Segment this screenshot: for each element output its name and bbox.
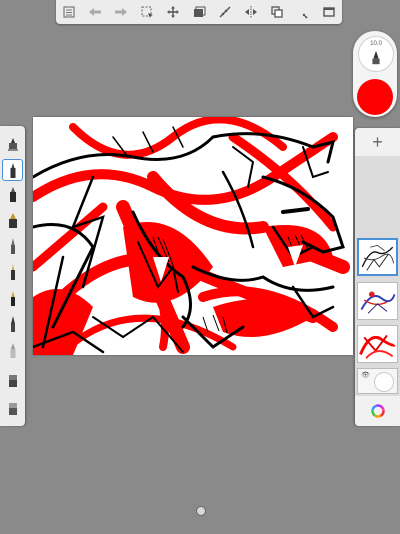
eraser-brush-icon[interactable] — [3, 398, 22, 418]
background-color-swatch[interactable] — [374, 372, 394, 392]
current-color-swatch[interactable] — [357, 79, 393, 115]
selection-icon[interactable] — [136, 2, 158, 22]
marker-brush-icon[interactable] — [3, 184, 22, 204]
transform-icon[interactable] — [162, 2, 184, 22]
layer-image-icon[interactable] — [188, 2, 210, 22]
brush-size-value: 10.0 — [370, 41, 382, 47]
brush-icon[interactable] — [292, 2, 314, 22]
fullscreen-icon[interactable] — [318, 2, 340, 22]
airbrush-brush-icon[interactable] — [3, 340, 22, 360]
brush-size-preview[interactable]: 10.0 — [358, 36, 394, 72]
drawing-canvas[interactable] — [33, 117, 353, 355]
color-wheel-icon[interactable] — [355, 396, 400, 426]
undo-icon[interactable] — [84, 2, 106, 22]
pen-brush-icon[interactable] — [3, 236, 22, 256]
color-puck[interactable]: 10.0 — [353, 31, 397, 117]
add-layer-label: + — [372, 131, 383, 152]
visibility-eye-icon[interactable]: 👁 — [361, 371, 370, 379]
layer-thumb-color-sketch[interactable] — [357, 282, 398, 320]
layer-thumb-lineart[interactable] — [357, 238, 398, 276]
gallery-icon[interactable] — [58, 2, 80, 22]
symmetry-icon[interactable] — [240, 2, 262, 22]
copy-icon[interactable] — [266, 2, 288, 22]
fat-marker-brush-icon[interactable] — [3, 210, 22, 230]
smudge-brush-icon[interactable] — [3, 370, 22, 390]
bottom-drawer-handle[interactable] — [196, 506, 206, 516]
wolf-sketch-artwork — [33, 117, 350, 355]
background-layer[interactable]: 👁 — [357, 368, 398, 394]
ruler-icon[interactable] — [214, 2, 236, 22]
pencil-brush-icon[interactable] — [2, 159, 23, 181]
ink-brush-icon[interactable] — [3, 288, 22, 308]
redo-icon[interactable] — [110, 2, 132, 22]
eraser-top-brush-icon[interactable] — [3, 134, 22, 154]
layer-thumb-red-sketch[interactable] — [357, 325, 398, 363]
layer-panel: + 👁 — [355, 128, 400, 426]
paint-brush-icon[interactable] — [3, 314, 22, 334]
brush-library — [0, 126, 25, 426]
top-toolbar — [56, 0, 342, 24]
fine-liner-brush-icon[interactable] — [3, 262, 22, 282]
add-layer-button[interactable]: + — [355, 128, 400, 156]
